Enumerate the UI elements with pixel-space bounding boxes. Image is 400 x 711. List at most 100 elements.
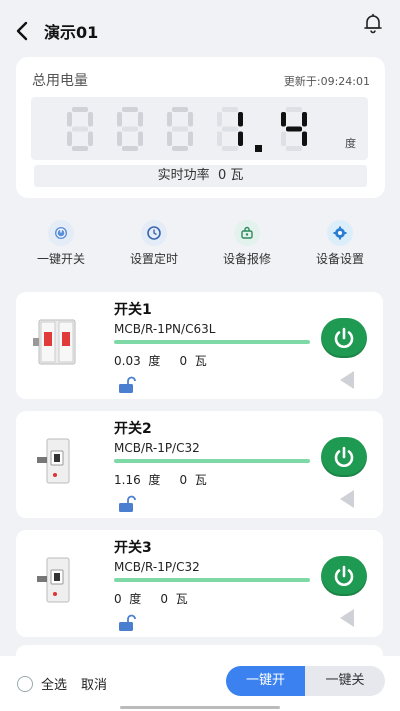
meter-label: 总用电量 bbox=[32, 73, 88, 89]
settings-icon bbox=[327, 220, 353, 246]
switch-power-button[interactable] bbox=[321, 318, 367, 358]
select-all-toggle[interactable]: 全选 bbox=[17, 674, 67, 693]
digit-segment bbox=[172, 146, 188, 151]
switch-divider bbox=[114, 578, 310, 582]
bell-icon[interactable] bbox=[362, 12, 384, 34]
digit-segment bbox=[217, 112, 222, 127]
digit-segment bbox=[117, 131, 122, 146]
realtime-power: 实时功率 0 瓦 bbox=[34, 165, 367, 187]
digit bbox=[167, 107, 193, 151]
page-title: 演示01 bbox=[44, 23, 99, 42]
digit-segment bbox=[172, 126, 188, 132]
breaker-1p-image bbox=[37, 438, 70, 484]
digit-segment bbox=[67, 131, 72, 146]
action-label: 设置定时 bbox=[129, 252, 178, 266]
back-arrow-icon[interactable] bbox=[12, 20, 34, 42]
power-icon bbox=[48, 220, 74, 246]
all-off-button[interactable]: 一键关 bbox=[305, 666, 385, 696]
digit-segment bbox=[281, 112, 286, 127]
digit-segment bbox=[122, 146, 138, 151]
app-header: 演示01 bbox=[0, 0, 400, 60]
all-switch-group: 一键开 一键关 bbox=[226, 666, 385, 696]
digit-segment bbox=[188, 131, 193, 146]
digit-segment bbox=[302, 131, 307, 146]
power-icon bbox=[334, 327, 354, 348]
switch-divider bbox=[114, 459, 310, 463]
select-all-radio[interactable] bbox=[17, 675, 33, 692]
expand-triangle-icon[interactable] bbox=[337, 607, 357, 629]
switch-power-button[interactable] bbox=[321, 556, 367, 596]
quick-actions: 一键开关 设置定时 设备报修 设备设置 bbox=[0, 220, 400, 270]
switch-name: 开关3 bbox=[114, 540, 152, 556]
digit-segment bbox=[72, 107, 88, 112]
digit-segment bbox=[67, 112, 72, 127]
home-indicator bbox=[120, 706, 280, 709]
timer-icon bbox=[141, 220, 167, 246]
power-icon bbox=[334, 446, 354, 467]
digit-segment bbox=[167, 112, 172, 127]
digit-segment bbox=[72, 126, 88, 132]
digit bbox=[67, 107, 93, 151]
switch-model: MCB/R-1PN/C63L bbox=[114, 322, 216, 336]
energy-value: 0 bbox=[114, 592, 122, 606]
energy-unit: 度 bbox=[148, 354, 161, 368]
digit-segment bbox=[117, 112, 122, 127]
select-all-label: 全选 bbox=[41, 678, 68, 693]
updated-time: 更新于:09:24:01 bbox=[283, 75, 370, 88]
breaker-2p-image bbox=[33, 319, 76, 365]
switch-name: 开关2 bbox=[114, 421, 152, 437]
digit-segment bbox=[122, 126, 138, 132]
digit-segment bbox=[172, 107, 188, 112]
expand-triangle-icon[interactable] bbox=[337, 488, 357, 510]
unlock-icon[interactable] bbox=[117, 376, 139, 394]
digit-segment bbox=[222, 126, 238, 132]
all-on-button[interactable]: 一键开 bbox=[226, 666, 305, 696]
digit-segment bbox=[122, 107, 138, 112]
digit bbox=[281, 107, 307, 151]
digit-segment bbox=[72, 146, 88, 151]
switch-card[interactable]: 开关3 MCB/R-1P/C32 0 度 0 瓦 bbox=[16, 530, 383, 637]
power-label: 实时功率 bbox=[157, 168, 210, 183]
energy-unit: 度 bbox=[129, 592, 142, 606]
bottom-action-bar: 全选 取消 一键开 一键关 bbox=[0, 656, 400, 711]
energy-meter-card: 总用电量 更新于:09:24:01 度 实时功率 0 瓦 bbox=[16, 57, 385, 198]
unlock-icon[interactable] bbox=[117, 495, 139, 513]
action-label: 设备报修 bbox=[222, 252, 271, 266]
power-value: 0 bbox=[160, 592, 169, 606]
digit-segment bbox=[302, 112, 307, 127]
switch-card[interactable]: 开关1 MCB/R-1PN/C63L 0.03 度 0 瓦 bbox=[16, 292, 383, 399]
switch-stats: 0.03 度 0 瓦 bbox=[114, 352, 207, 369]
digit-segment bbox=[88, 112, 93, 127]
power-icon bbox=[334, 565, 354, 586]
digit-segment bbox=[286, 146, 302, 151]
repair-icon bbox=[234, 220, 260, 246]
digit bbox=[217, 107, 243, 151]
expand-triangle-icon[interactable] bbox=[337, 369, 357, 391]
switch-model: MCB/R-1P/C32 bbox=[114, 560, 200, 574]
power-value: 0 瓦 bbox=[217, 168, 244, 183]
action-device-repair[interactable]: 设备报修 bbox=[207, 220, 287, 267]
power-unit: 瓦 bbox=[194, 354, 207, 368]
action-label: 设备设置 bbox=[315, 252, 364, 266]
digit bbox=[117, 107, 143, 151]
unlock-icon[interactable] bbox=[117, 614, 139, 632]
switch-card[interactable]: 开关2 MCB/R-1P/C32 1.16 度 0 瓦 bbox=[16, 411, 383, 518]
energy-unit: 度 bbox=[148, 473, 161, 487]
action-device-settings[interactable]: 设备设置 bbox=[300, 220, 380, 267]
cancel-button[interactable]: 取消 bbox=[81, 674, 107, 693]
switch-power-button[interactable] bbox=[321, 437, 367, 477]
energy-value: 0.03 bbox=[114, 354, 141, 368]
digit-segment bbox=[88, 131, 93, 146]
digit-segment bbox=[238, 131, 243, 146]
switch-model: MCB/R-1P/C32 bbox=[114, 441, 200, 455]
segment-display: 度 bbox=[31, 97, 368, 160]
decimal-point bbox=[255, 145, 262, 152]
digit-segment bbox=[238, 112, 243, 127]
action-one-key-switch[interactable]: 一键开关 bbox=[21, 220, 101, 267]
action-set-timer[interactable]: 设置定时 bbox=[114, 220, 194, 267]
digit-segment bbox=[222, 146, 238, 151]
meter-reading-digits bbox=[67, 107, 307, 152]
action-label: 一键开关 bbox=[36, 252, 85, 266]
breaker-1p-image bbox=[37, 557, 70, 603]
digit-segment bbox=[286, 107, 302, 112]
